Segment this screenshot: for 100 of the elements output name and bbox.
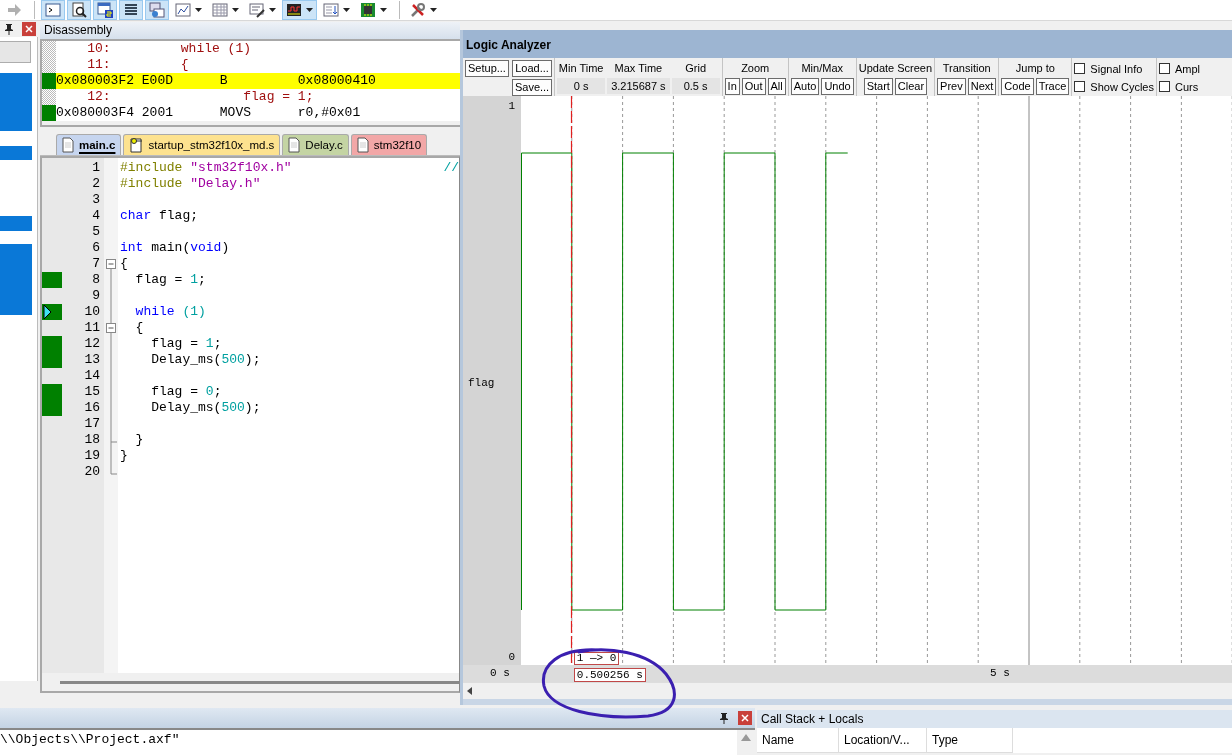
line-label: 11:	[86, 57, 112, 73]
checkbox[interactable]	[1158, 81, 1170, 92]
code-text: Delay_ms(500);	[150, 352, 261, 368]
code-text: {	[120, 256, 128, 272]
line-number: 15	[83, 384, 101, 400]
windows-icon	[149, 2, 165, 18]
source-text: while (1)	[180, 41, 252, 57]
window-title: Logic Analyzer	[463, 30, 1232, 58]
tool-button[interactable]: Out	[741, 78, 766, 95]
line-number: 6	[91, 240, 101, 256]
scroll-left-icon	[465, 685, 475, 697]
code-comment: //	[443, 160, 459, 176]
scroll-up-icon	[741, 734, 751, 741]
line-number: 12	[83, 336, 101, 352]
time-label: 0 s	[490, 667, 510, 679]
line-number: 1	[91, 160, 101, 176]
toolbar-button[interactable]	[119, 0, 143, 20]
highlight-bar	[0, 244, 32, 315]
caret-icon	[430, 8, 437, 12]
file-button[interactable]: Setup...	[465, 60, 509, 77]
tool-button[interactable]: Undo	[821, 78, 854, 95]
scrollbar-thumb[interactable]	[60, 680, 459, 684]
opcode: 2001	[141, 105, 175, 121]
code-text: Delay_ms(500);	[150, 400, 261, 416]
highlight-bar	[0, 146, 32, 160]
readout-label: Min Time	[558, 61, 604, 76]
checkbox[interactable]	[1158, 63, 1170, 74]
line-number: 2	[91, 176, 101, 192]
line-label: 12:	[86, 89, 112, 105]
pin-icon	[718, 711, 730, 725]
time-label: 5 s	[990, 667, 1010, 679]
file-tab[interactable]: Delay.c	[282, 134, 349, 155]
highlight-bar	[0, 73, 32, 131]
terminal-icon	[45, 2, 61, 18]
readout-label: Grid	[685, 61, 706, 76]
address: 0x080003F2	[56, 73, 135, 89]
checkbox-label: Show Cycles	[1090, 80, 1154, 93]
source-text: {	[180, 57, 189, 73]
tool-button[interactable]: Prev	[937, 78, 966, 95]
readout-label: Max Time	[614, 61, 663, 76]
group-label: Min/Max	[801, 61, 843, 76]
checkbox[interactable]	[1074, 81, 1086, 92]
line-number: 7	[91, 256, 101, 272]
checkbox-label: Signal Info	[1090, 62, 1143, 75]
magnifier-icon	[71, 2, 87, 18]
code-text: flag = 1;	[150, 336, 222, 352]
line-number: 11	[83, 320, 101, 336]
tool-button[interactable]: Trace	[1035, 78, 1070, 95]
chip-icon	[360, 2, 376, 18]
mnemonic: MOVS	[219, 105, 253, 121]
code-text: flag = 1;	[134, 272, 206, 288]
key-file-icon	[129, 137, 144, 153]
file-tab[interactable]: main.c	[56, 134, 122, 155]
toolbar-button[interactable]	[67, 0, 91, 20]
file-tab[interactable]: stm32f10	[350, 134, 428, 155]
tool-button[interactable]: Code	[1001, 78, 1034, 95]
column-header[interactable]: Name	[757, 728, 839, 753]
column-header[interactable]: Location/V...	[839, 728, 927, 753]
caret-icon	[380, 8, 387, 12]
checkbox[interactable]	[1074, 63, 1086, 74]
tool-button[interactable]: Auto	[790, 78, 820, 95]
tool-button[interactable]: Start	[863, 78, 893, 95]
line-number: 9	[91, 288, 101, 304]
tools-icon	[410, 2, 426, 18]
column-header[interactable]: Type	[927, 728, 1013, 753]
source-text: flag = 1;	[242, 89, 314, 105]
tool-button[interactable]: Next	[967, 78, 997, 95]
code-text: #include "stm32f10x.h"	[120, 160, 292, 176]
readout-value: 0 s	[557, 78, 606, 94]
line-label: 10:	[86, 41, 112, 57]
tool-button[interactable]: In	[724, 78, 740, 95]
line-number: 16	[83, 400, 101, 416]
file-button[interactable]: Save...	[511, 78, 553, 96]
file-button[interactable]: Load...	[511, 60, 553, 77]
line-number: 10	[83, 304, 101, 320]
toolbar-button[interactable]	[93, 0, 117, 20]
caret-icon	[269, 8, 276, 12]
caret-icon	[195, 8, 202, 12]
tool-button[interactable]: All	[767, 78, 786, 95]
readout-value: 0.5 s	[671, 78, 720, 94]
code-text: int main(void)	[120, 240, 230, 256]
file-tab[interactable]: startup_stm32f10x_md.s	[123, 134, 281, 155]
code-text: while (1)	[134, 304, 206, 320]
line-number: 14	[83, 368, 101, 384]
line-number: 4	[91, 208, 101, 224]
code-text: }	[120, 448, 128, 464]
line-number: 13	[83, 352, 101, 368]
toolbar-button[interactable]	[282, 0, 317, 20]
operand: r0,#0x01	[297, 105, 361, 121]
code-text: #include "Delay.h"	[120, 176, 261, 192]
waveform-icon	[286, 2, 302, 18]
readout-value: 3.215687 s	[607, 78, 670, 94]
tool-button[interactable]: Clear	[894, 78, 928, 95]
group-label: Update Screen	[858, 61, 933, 76]
panel-title: Disassembly	[40, 22, 460, 39]
close-icon	[738, 711, 752, 725]
caret-icon	[232, 8, 239, 12]
code-text: char flag;	[120, 208, 199, 224]
level-label: 0	[508, 651, 515, 663]
list-icon	[123, 2, 139, 18]
